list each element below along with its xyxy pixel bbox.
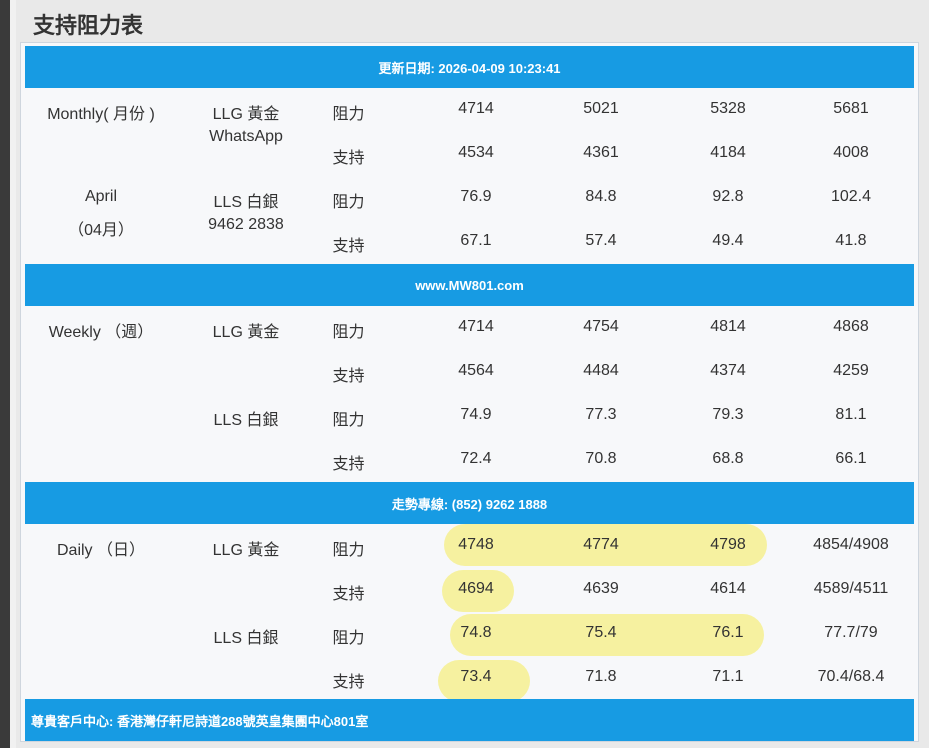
support-resistance-table: 更新日期: 2026-04-09 10:23:41 Monthly( 月份 ) … <box>20 42 919 742</box>
website-banner[interactable]: www.MW801.com <box>25 264 914 306</box>
address-banner: 尊貴客戶中心: 香港灣仔軒尼詩道288號英皇集團中心801室 <box>25 699 914 741</box>
monthly-llg-label: LLG 黃金 <box>212 106 280 123</box>
value-cell: 5681 <box>833 100 869 117</box>
value-cell: 4748 <box>458 536 494 553</box>
value-cell: 4868 <box>833 318 869 335</box>
daily-lls-resist-label: 阻力 <box>332 630 365 647</box>
value-cell: 75.4 <box>585 624 617 641</box>
weekly-lls-label: LLS 白銀 <box>213 412 279 429</box>
value-cell: 4754 <box>583 318 619 335</box>
value-cell: 77.3 <box>585 406 617 423</box>
monthly-llg-support-label: 支持 <box>332 150 365 167</box>
hotline-banner: 走勢專線: (852) 9262 1888 <box>25 482 914 524</box>
value-cell: 67.1 <box>460 232 492 249</box>
value-cell: 102.4 <box>830 188 872 205</box>
whatsapp-number: 9462 2838 <box>208 216 284 233</box>
whatsapp-label: WhatsApp <box>209 128 283 145</box>
value-cell: 71.8 <box>585 668 617 685</box>
weekly-lls-resist-label: 阻力 <box>332 412 365 429</box>
value-cell: 4814 <box>710 318 746 335</box>
monthly-llg-resist-label: 阻力 <box>332 106 365 123</box>
daily-period-label: Daily （日） <box>56 542 145 559</box>
value-cell: 77.7/79 <box>824 624 878 641</box>
left-sidebar-strip <box>0 0 10 748</box>
daily-lls-support-label: 支持 <box>332 674 365 691</box>
value-cell: 49.4 <box>712 232 744 249</box>
weekly-lls-support-label: 支持 <box>332 456 365 473</box>
monthly-lls-resist-label: 阻力 <box>332 194 365 211</box>
value-cell: 73.4 <box>460 668 492 685</box>
value-cell: 57.4 <box>585 232 617 249</box>
value-cell: 41.8 <box>835 232 867 249</box>
monthly-month-label: April <box>84 188 117 205</box>
value-cell: 4714 <box>458 318 494 335</box>
value-cell: 92.8 <box>712 188 744 205</box>
left-gutter <box>10 0 16 748</box>
value-cell: 4184 <box>710 144 746 161</box>
value-cell: 76.1 <box>712 624 744 641</box>
value-cell: 66.1 <box>835 450 867 467</box>
value-cell: 71.1 <box>712 668 744 685</box>
monthly-lls-label: LLS 白銀 <box>213 194 279 211</box>
daily-lls-label: LLS 白銀 <box>213 630 279 647</box>
value-cell: 4639 <box>583 580 619 597</box>
monthly-period-label: Monthly( 月份 ) <box>47 106 155 123</box>
value-cell: 72.4 <box>460 450 492 467</box>
value-cell: 4694 <box>458 580 494 597</box>
value-cell: 70.8 <box>585 450 617 467</box>
weekly-llg-resist-label: 阻力 <box>332 324 365 341</box>
value-cell: 76.9 <box>460 188 492 205</box>
monthly-lls-support-label: 支持 <box>332 238 365 255</box>
page-title: 支持阻力表 <box>33 13 144 38</box>
value-cell: 4854/4908 <box>813 536 889 553</box>
value-cell: 4614 <box>710 580 746 597</box>
weekly-llg-label: LLG 黃金 <box>212 324 280 341</box>
weekly-period-label: Weekly （週） <box>48 324 154 341</box>
daily-llg-resist-label: 阻力 <box>332 542 365 559</box>
value-cell: 4714 <box>458 100 494 117</box>
value-cell: 74.8 <box>460 624 492 641</box>
value-cell: 81.1 <box>835 406 867 423</box>
value-cell: 4798 <box>710 536 746 553</box>
value-cell: 4361 <box>583 144 619 161</box>
value-cell: 5021 <box>583 100 619 117</box>
value-cell: 4589/4511 <box>813 580 889 597</box>
page: 支持阻力表 更新日期: 2026-04-09 10:23:41 Monthly(… <box>0 0 929 748</box>
weekly-llg-support-label: 支持 <box>332 368 365 385</box>
monthly-month-number: （04月） <box>68 222 134 239</box>
value-cell: 74.9 <box>460 406 492 423</box>
daily-llg-label: LLG 黃金 <box>212 542 280 559</box>
value-cell: 68.8 <box>712 450 744 467</box>
value-cell: 79.3 <box>712 406 744 423</box>
update-date-banner: 更新日期: 2026-04-09 10:23:41 <box>25 46 914 88</box>
value-cell: 4774 <box>583 536 619 553</box>
value-cell: 4484 <box>583 362 619 379</box>
value-cell: 4374 <box>710 362 746 379</box>
value-cell: 4008 <box>833 144 869 161</box>
value-cell: 4259 <box>833 362 869 379</box>
value-cell: 4534 <box>458 144 494 161</box>
value-cell: 4564 <box>458 362 494 379</box>
value-cell: 5328 <box>710 100 746 117</box>
value-cell: 84.8 <box>585 188 617 205</box>
daily-llg-support-label: 支持 <box>332 586 365 603</box>
value-cell: 70.4/68.4 <box>817 668 885 685</box>
